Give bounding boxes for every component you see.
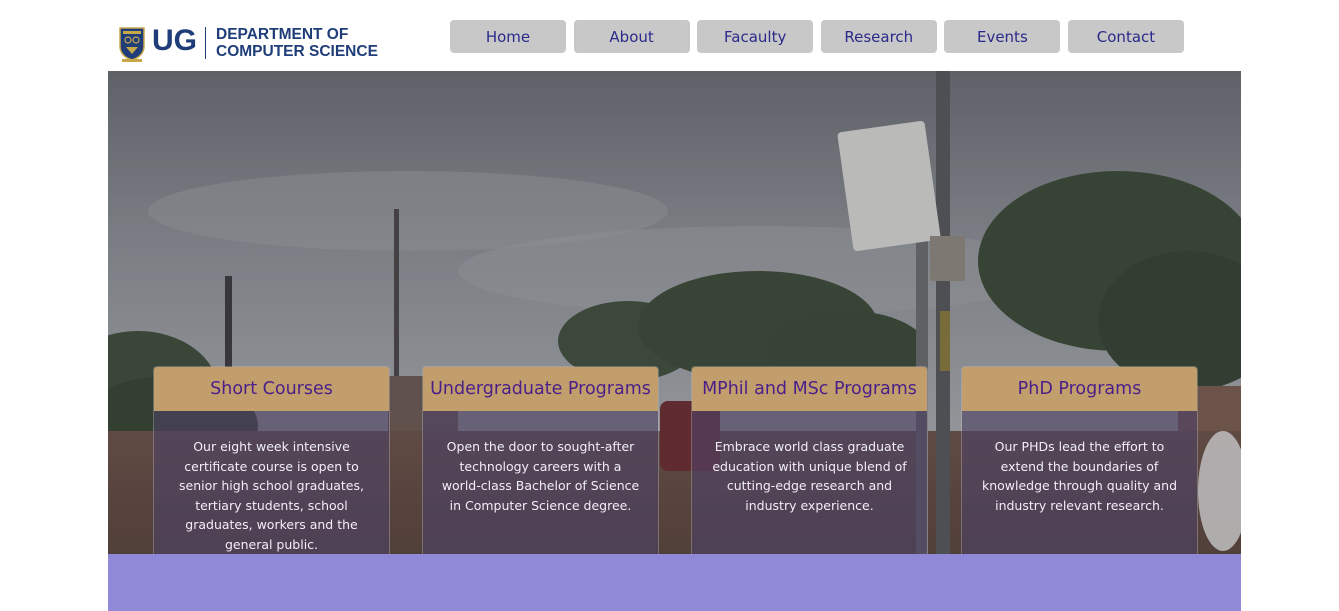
department-name: DEPARTMENT OF COMPUTER SCIENCE: [216, 26, 378, 60]
hero-banner: Short Courses Our eight week intensive c…: [108, 71, 1241, 554]
site-logo[interactable]: UG DEPARTMENT OF COMPUTER SCIENCE: [118, 24, 378, 64]
program-card-title[interactable]: Undergraduate Programs: [423, 367, 658, 411]
program-card-description: Open the door to sought-after technology…: [423, 411, 658, 554]
nav-events[interactable]: Events: [944, 20, 1061, 53]
department-name-line1: DEPARTMENT OF: [216, 26, 349, 43]
logo-divider: [205, 27, 206, 59]
main-nav: Home About Facaulty Research Events Cont…: [450, 20, 1192, 53]
program-card-description: Our PHDs lead the effort to extend the b…: [962, 411, 1197, 554]
university-crest-icon: [119, 27, 145, 62]
program-card-mphil-msc[interactable]: MPhil and MSc Programs Embrace world cla…: [691, 366, 928, 554]
nav-research[interactable]: Research: [820, 20, 937, 53]
program-card-description: Our eight week intensive certificate cou…: [154, 411, 389, 554]
bottom-band: [108, 554, 1241, 611]
nav-about[interactable]: About: [573, 20, 690, 53]
program-card-short-courses[interactable]: Short Courses Our eight week intensive c…: [153, 366, 390, 554]
program-card-title[interactable]: Short Courses: [154, 367, 389, 411]
nav-home[interactable]: Home: [450, 20, 566, 53]
program-card-title[interactable]: MPhil and MSc Programs: [692, 367, 927, 411]
program-card-undergraduate[interactable]: Undergraduate Programs Open the door to …: [422, 366, 659, 554]
logo-mark: UG: [152, 24, 197, 57]
site-header: UG DEPARTMENT OF COMPUTER SCIENCE Home A…: [0, 0, 1339, 71]
program-card-phd[interactable]: PhD Programs Our PHDs lead the effort to…: [961, 366, 1198, 554]
department-name-line2: COMPUTER SCIENCE: [216, 43, 378, 60]
program-cards: Short Courses Our eight week intensive c…: [108, 71, 1241, 554]
nav-contact[interactable]: Contact: [1067, 20, 1184, 53]
nav-faculty[interactable]: Facaulty: [697, 20, 814, 53]
program-card-title[interactable]: PhD Programs: [962, 367, 1197, 411]
program-card-description: Embrace world class graduate education w…: [692, 411, 927, 554]
